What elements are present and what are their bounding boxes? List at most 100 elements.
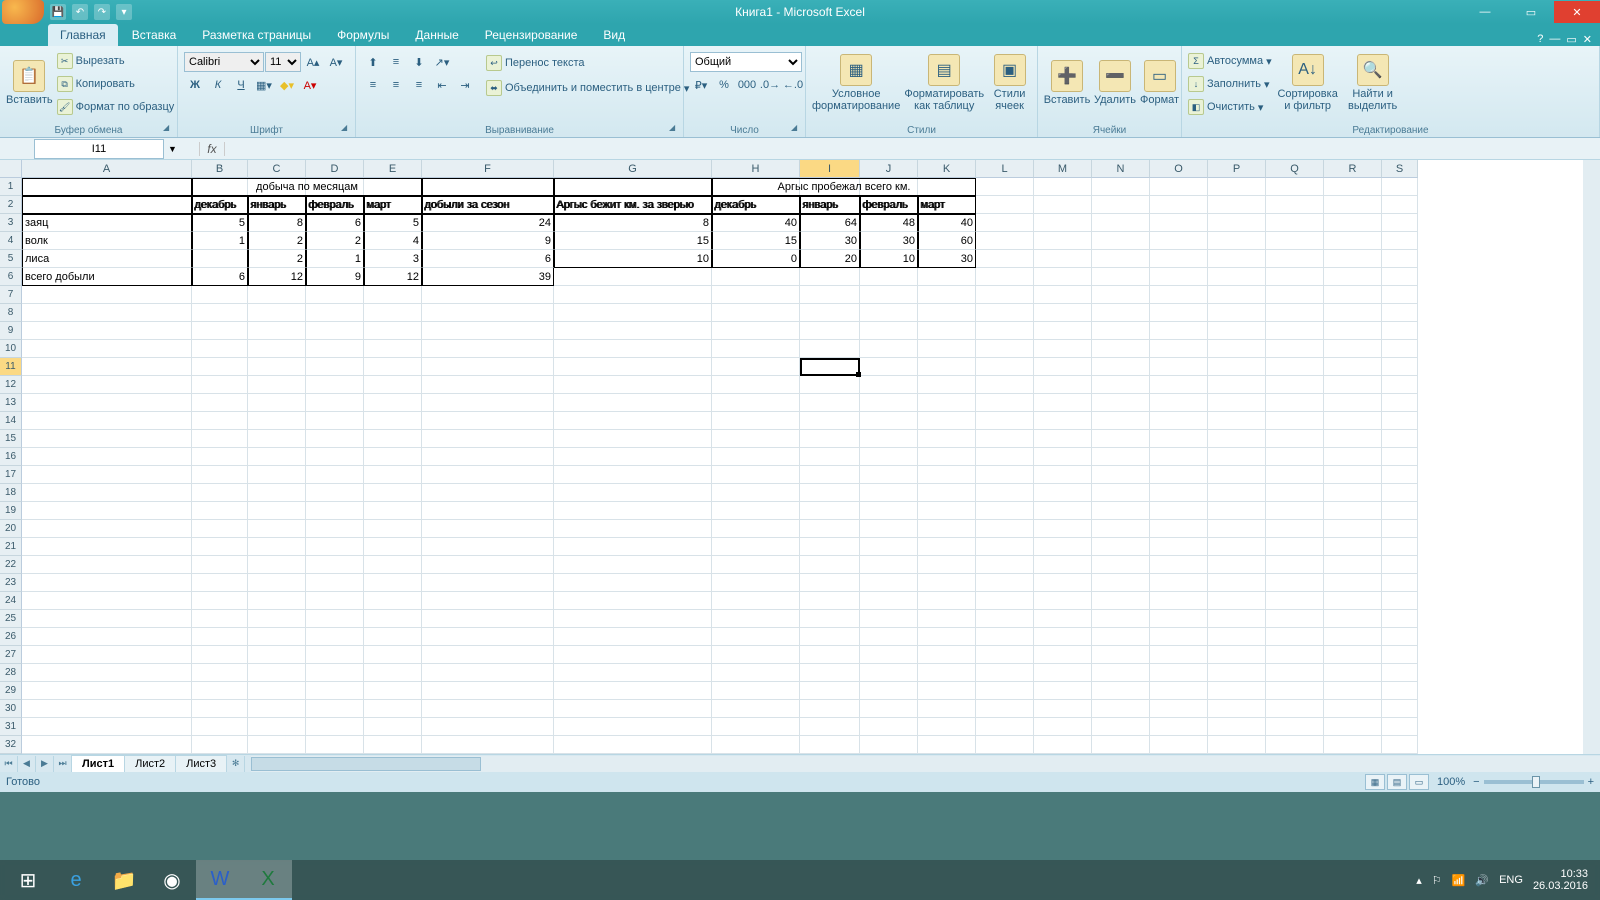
cell-I4[interactable]: 30 <box>800 232 860 250</box>
cell-J3[interactable]: 48 <box>860 214 918 232</box>
cell-S13[interactable] <box>1382 394 1418 412</box>
cell-E31[interactable] <box>364 718 422 736</box>
cell-O23[interactable] <box>1150 574 1208 592</box>
cell-R19[interactable] <box>1324 502 1382 520</box>
cell-C15[interactable] <box>248 430 306 448</box>
cell-P22[interactable] <box>1208 556 1266 574</box>
cell-G18[interactable] <box>554 484 712 502</box>
cell-I21[interactable] <box>800 538 860 556</box>
zoom-slider[interactable] <box>1484 780 1584 784</box>
italic-button[interactable]: К <box>207 75 229 95</box>
cell-S18[interactable] <box>1382 484 1418 502</box>
cell-R31[interactable] <box>1324 718 1382 736</box>
cell-J32[interactable] <box>860 736 918 754</box>
page-break-view-button[interactable]: ▭ <box>1409 774 1429 790</box>
cell-R18[interactable] <box>1324 484 1382 502</box>
cell-O3[interactable] <box>1150 214 1208 232</box>
cell-P14[interactable] <box>1208 412 1266 430</box>
cell-S4[interactable] <box>1382 232 1418 250</box>
cell-S26[interactable] <box>1382 628 1418 646</box>
cell-K3[interactable]: 40 <box>918 214 976 232</box>
cell-S23[interactable] <box>1382 574 1418 592</box>
cell-B3[interactable]: 5 <box>192 214 248 232</box>
cell-O2[interactable] <box>1150 196 1208 214</box>
col-header-E[interactable]: E <box>364 160 422 178</box>
cell-C12[interactable] <box>248 376 306 394</box>
cell-O30[interactable] <box>1150 700 1208 718</box>
cell-C24[interactable] <box>248 592 306 610</box>
align-right-button[interactable]: ≡ <box>408 75 430 95</box>
cell-Q15[interactable] <box>1266 430 1324 448</box>
shrink-font-button[interactable]: A▾ <box>325 52 347 72</box>
cell-P9[interactable] <box>1208 322 1266 340</box>
cell-R24[interactable] <box>1324 592 1382 610</box>
minimize-button[interactable]: — <box>1462 1 1508 23</box>
cell-A3[interactable]: заяц <box>22 214 192 232</box>
cell-J6[interactable] <box>860 268 918 286</box>
cell-E10[interactable] <box>364 340 422 358</box>
cell-K20[interactable] <box>918 520 976 538</box>
cell-H25[interactable] <box>712 610 800 628</box>
cell-G25[interactable] <box>554 610 712 628</box>
cell-A9[interactable] <box>22 322 192 340</box>
cell-Q3[interactable] <box>1266 214 1324 232</box>
sheet-tab-Лист3[interactable]: Лист3 <box>175 755 227 772</box>
cell-Q27[interactable] <box>1266 646 1324 664</box>
tab-nav-next[interactable]: ▶ <box>36 756 54 772</box>
cell-A1[interactable] <box>22 178 192 196</box>
col-header-B[interactable]: B <box>192 160 248 178</box>
col-header-A[interactable]: A <box>22 160 192 178</box>
cell-P21[interactable] <box>1208 538 1266 556</box>
explorer-icon[interactable]: 📁 <box>100 860 148 900</box>
cell-J17[interactable] <box>860 466 918 484</box>
col-header-R[interactable]: R <box>1324 160 1382 178</box>
cell-O11[interactable] <box>1150 358 1208 376</box>
horizontal-scrollbar[interactable] <box>251 756 1600 772</box>
cell-C3[interactable]: 8 <box>248 214 306 232</box>
cell-L25[interactable] <box>976 610 1034 628</box>
cell-N26[interactable] <box>1092 628 1150 646</box>
cell-L5[interactable] <box>976 250 1034 268</box>
vertical-scrollbar[interactable] <box>1583 160 1600 754</box>
bold-button[interactable]: Ж <box>184 75 206 95</box>
col-header-J[interactable]: J <box>860 160 918 178</box>
cell-H30[interactable] <box>712 700 800 718</box>
cell-Q7[interactable] <box>1266 286 1324 304</box>
cell-C5[interactable]: 2 <box>248 250 306 268</box>
cell-I19[interactable] <box>800 502 860 520</box>
cell-D8[interactable] <box>306 304 364 322</box>
format-painter-button[interactable]: 🖌Формат по образцу <box>57 96 175 118</box>
cell-L1[interactable] <box>976 178 1034 196</box>
cell-A25[interactable] <box>22 610 192 628</box>
cell-S19[interactable] <box>1382 502 1418 520</box>
cell-H19[interactable] <box>712 502 800 520</box>
cell-S9[interactable] <box>1382 322 1418 340</box>
cell-E4[interactable]: 4 <box>364 232 422 250</box>
cell-K15[interactable] <box>918 430 976 448</box>
select-all-button[interactable] <box>0 160 22 178</box>
cell-I29[interactable] <box>800 682 860 700</box>
cell-G16[interactable] <box>554 448 712 466</box>
cell-P30[interactable] <box>1208 700 1266 718</box>
cell-B22[interactable] <box>192 556 248 574</box>
cell-E19[interactable] <box>364 502 422 520</box>
ribbon-tab-Вставка[interactable]: Вставка <box>120 24 189 46</box>
cell-F1[interactable] <box>422 178 554 196</box>
cell-N21[interactable] <box>1092 538 1150 556</box>
cell-N31[interactable] <box>1092 718 1150 736</box>
cell-S11[interactable] <box>1382 358 1418 376</box>
cell-I27[interactable] <box>800 646 860 664</box>
cell-M29[interactable] <box>1034 682 1092 700</box>
start-button[interactable]: ⊞ <box>4 860 52 900</box>
cell-S29[interactable] <box>1382 682 1418 700</box>
cell-H16[interactable] <box>712 448 800 466</box>
cell-D4[interactable]: 2 <box>306 232 364 250</box>
cell-R20[interactable] <box>1324 520 1382 538</box>
cell-O25[interactable] <box>1150 610 1208 628</box>
cell-B17[interactable] <box>192 466 248 484</box>
cell-L20[interactable] <box>976 520 1034 538</box>
font-dialog-launcher[interactable]: ◢ <box>341 123 353 135</box>
cell-G17[interactable] <box>554 466 712 484</box>
cell-L13[interactable] <box>976 394 1034 412</box>
network-icon[interactable]: 📶 <box>1452 874 1466 887</box>
